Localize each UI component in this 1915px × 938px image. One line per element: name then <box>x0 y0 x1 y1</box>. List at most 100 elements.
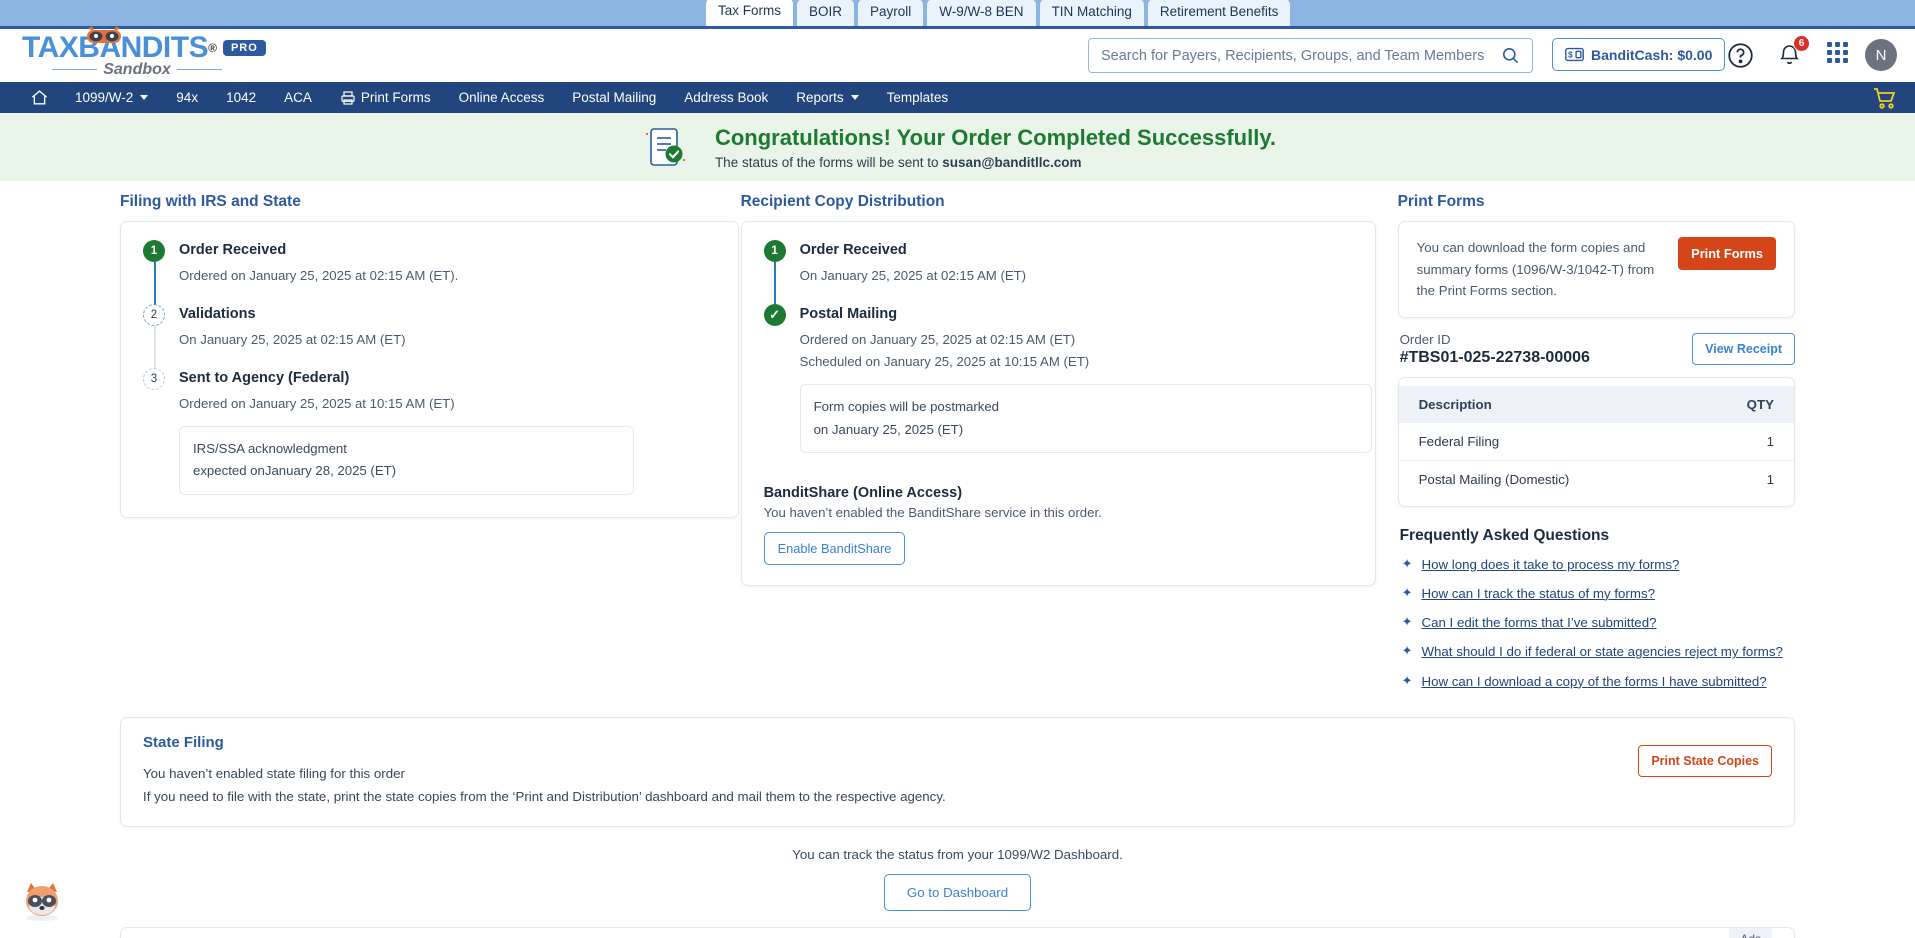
faq-link[interactable]: How can I track the status of my forms? <box>1421 584 1655 603</box>
timeline-step: 1 Order Received On January 25, 2025 at … <box>763 240 1353 320</box>
tab-tin-matching[interactable]: TIN Matching <box>1039 0 1144 26</box>
faq-item[interactable]: ✦ How can I track the status of my forms? <box>1398 584 1795 603</box>
print-forms-button[interactable]: Print Forms <box>1678 237 1776 270</box>
nav-print-forms[interactable]: Print Forms <box>326 82 445 113</box>
nav-home[interactable] <box>18 82 61 113</box>
table-header-row: Description QTY <box>1398 385 1794 423</box>
print-forms-card: You can download the form copies and sum… <box>1397 221 1795 318</box>
search-input[interactable] <box>1101 47 1501 64</box>
step-title: Validations <box>179 306 256 323</box>
print-forms-title: Print Forms <box>1397 193 1485 210</box>
user-avatar[interactable]: N <box>1865 39 1897 71</box>
nav-label: 1042 <box>226 90 257 105</box>
nav-label: ACA <box>284 90 312 105</box>
state-filing-line-1: You haven’t enabled state filing for thi… <box>143 765 405 781</box>
tab-payroll[interactable]: Payroll <box>858 0 924 26</box>
cart-button[interactable] <box>1873 88 1897 115</box>
notification-badge: 6 <box>1793 35 1810 52</box>
tab-retirement-benefits[interactable]: Retirement Benefits <box>1147 0 1291 26</box>
step-title: Order Received <box>179 242 287 258</box>
nav-1099-w-2[interactable]: 1099/W-2 <box>61 82 162 113</box>
step-marker-1: 1 <box>763 240 786 262</box>
tab-tax-forms[interactable]: Tax Forms <box>706 0 794 26</box>
step-marker-check: ✓ <box>763 304 786 327</box>
faq-item[interactable]: ✦ What should I do if federal or state ag… <box>1398 642 1795 661</box>
shopping-cart-icon <box>1874 88 1896 109</box>
notifications-button[interactable]: 6 <box>1777 35 1810 73</box>
banner-title: Congratulations! Your Order Completed Su… <box>714 124 1277 150</box>
step-subtitle-2: Scheduled on January 25, 2025 at 10:15 A… <box>799 354 1090 370</box>
main-content: Filing with IRS and State 1 Order Receiv… <box>0 181 1915 701</box>
grid-apps-icon <box>1827 42 1848 63</box>
brand-logo[interactable]: TAXBANDITS ® PRO Sandbox <box>22 25 266 79</box>
logo-wordmark: TAXBANDITS <box>22 25 209 63</box>
nav-aca[interactable]: ACA <box>270 82 326 113</box>
nav-postal-mailing[interactable]: Postal Mailing <box>558 82 670 113</box>
success-banner: Congratulations! Your Order Completed Su… <box>0 113 1915 181</box>
note-line-2: expected onJanuary 28, 2025 (ET) <box>193 463 397 479</box>
tab-w-9-w-8-ben[interactable]: W-9/W-8 BEN <box>927 0 1036 26</box>
faq-link[interactable]: How long does it take to process my form… <box>1421 555 1679 574</box>
banditshare-title: BanditShare (Online Access) <box>763 485 963 502</box>
filing-timeline: 1 Order Received Ordered on January 25, … <box>121 222 738 515</box>
nav-94x[interactable]: 94x <box>162 82 212 113</box>
faq-item[interactable]: ✦ How can I download a copy of the forms … <box>1398 672 1795 691</box>
step-marker-2: 2 <box>143 304 165 327</box>
step-subtitle: Ordered on January 25, 2025 at 02:15 AM … <box>799 331 1076 347</box>
question-circle-icon <box>1728 43 1753 68</box>
nav-1042[interactable]: 1042 <box>212 82 270 113</box>
banditcash-label: BanditCash: $0.00 <box>1591 46 1713 63</box>
timeline-step: 2 Validations On January 25, 2025 at 02:… <box>143 304 716 385</box>
nav-label: Templates <box>886 90 949 105</box>
track-status-text: You can track the status from your 1099/… <box>792 847 1123 863</box>
order-id-value: #TBS01-025-22738-00006 <box>1399 348 1590 366</box>
step-body: Postal Mailing Ordered on January 25, 20… <box>786 304 1372 454</box>
go-to-dashboard-button[interactable]: Go to Dashboard <box>883 874 1032 912</box>
document-check-icon <box>645 128 685 166</box>
faq-link[interactable]: How can I download a copy of the forms I… <box>1421 672 1766 691</box>
step-body: Order Received Ordered on January 25, 20… <box>165 240 716 286</box>
search-icon[interactable] <box>1501 46 1520 65</box>
banner-email: susan@banditllc.com <box>942 155 1082 171</box>
sparkle-bullet-icon: ✦ <box>1401 643 1413 659</box>
enable-banditshare-button[interactable]: Enable BanditShare <box>763 532 906 566</box>
step-subtitle: Ordered on January 25, 2025 at 02:15 AM … <box>179 267 459 283</box>
step-body: Order Received On January 25, 2025 at 02… <box>786 240 1353 286</box>
print-state-copies-button[interactable]: Print State Copies <box>1638 744 1772 777</box>
filing-card: 1 Order Received Ordered on January 25, … <box>120 221 739 518</box>
filing-column: Filing with IRS and State 1 Order Receiv… <box>120 193 739 701</box>
view-receipt-button[interactable]: View Receipt <box>1692 333 1795 366</box>
sparkle-bullet-icon: ✦ <box>1401 584 1413 600</box>
banditcash-button[interactable]: $ BanditCash: $0.00 <box>1552 38 1726 71</box>
faq-item[interactable]: ✦ How long does it take to process my for… <box>1398 555 1795 574</box>
order-id-label: Order ID <box>1399 331 1451 347</box>
apps-grid-button[interactable] <box>1827 42 1848 63</box>
recipient-column: Recipient Copy Distribution 1 Order Rece… <box>740 193 1376 701</box>
step-body: Validations On January 25, 2025 at 02:15… <box>165 304 716 350</box>
faq-item[interactable]: ✦ Can I edit the forms that I’ve submitte… <box>1398 613 1795 632</box>
step-title: Sent to Agency (Federal) <box>179 370 350 387</box>
cell-description: Postal Mailing (Domestic) <box>1418 471 1570 487</box>
nav-reports[interactable]: Reports <box>782 82 872 113</box>
help-button[interactable] <box>1727 42 1754 74</box>
nav-online-access[interactable]: Online Access <box>445 82 559 113</box>
chat-widget-button[interactable] <box>18 880 66 924</box>
cell-qty: 1 <box>1766 471 1774 487</box>
cell-description: Federal Filing <box>1398 422 1691 461</box>
print-forms-description: You can download the form copies and sum… <box>1416 240 1655 299</box>
banditshare-block: BanditShare (Online Access) You haven’t … <box>763 485 1353 566</box>
table-row: Postal Mailing (Domestic) 1 <box>1399 460 1794 498</box>
recipient-timeline: 1 Order Received On January 25, 2025 at … <box>742 222 1375 585</box>
wallet-icon: $ <box>1565 47 1584 62</box>
tab-boir[interactable]: BOIR <box>797 0 855 26</box>
nav-address-book[interactable]: Address Book <box>670 82 782 113</box>
nav-label: Reports <box>796 90 844 105</box>
faq-link[interactable]: Can I edit the forms that I’ve submitted… <box>1421 613 1656 632</box>
advertisement-card[interactable]: Ads Retirement Benefit by wealthRabbit S… <box>120 927 1795 938</box>
chevron-down-icon <box>850 95 859 100</box>
svg-text:$: $ <box>1568 51 1573 60</box>
timeline-step: ✓ Postal Mailing Ordered on January 25, … <box>763 304 1372 471</box>
global-search[interactable] <box>1088 38 1533 73</box>
nav-templates[interactable]: Templates <box>873 82 963 113</box>
faq-link[interactable]: What should I do if federal or state age… <box>1421 642 1782 661</box>
